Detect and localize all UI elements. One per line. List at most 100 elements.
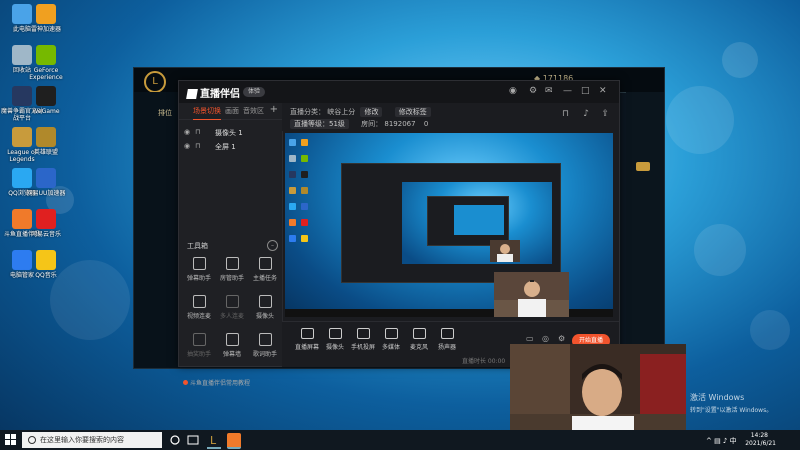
toolbar-button[interactable]: 麦克风 bbox=[404, 328, 434, 351]
desktop-icon[interactable]: QQ音乐 bbox=[24, 250, 68, 279]
tool-icon bbox=[225, 257, 239, 270]
toolbox-item[interactable]: 多人连麦 bbox=[216, 293, 248, 323]
toolbar-button[interactable]: 直播屏幕 bbox=[292, 328, 322, 351]
stream-status: 直播时长 00:00 bbox=[462, 358, 506, 365]
lol-ranked-label[interactable]: 排位 bbox=[158, 108, 172, 118]
tool-icon bbox=[192, 295, 206, 308]
desktop-icon[interactable]: 雷神加速器 bbox=[24, 4, 68, 33]
settings-icon[interactable]: ⚙ bbox=[529, 86, 537, 96]
eye-icon[interactable]: ◉ bbox=[184, 142, 190, 150]
activate-windows-watermark: 激活 Windows 转到"设置"以激活 Windows。 bbox=[690, 393, 773, 414]
toolbox-item[interactable]: 房管助手 bbox=[216, 255, 248, 285]
task-view-icon[interactable] bbox=[186, 433, 200, 447]
streaming-app-window[interactable]: 直播伴侣 体验 ◉ ⚙ ✉ — □ ✕ 场景切换 画面 音效区 + ◉ ⊓ 摄像… bbox=[178, 80, 620, 387]
level-line: 直播等级：51级 房间： 8192067 0 bbox=[290, 119, 428, 129]
toolbar-button[interactable]: 多媒体 bbox=[376, 328, 406, 351]
nested-preview-window bbox=[341, 163, 561, 283]
version-badge[interactable]: 体验 bbox=[243, 87, 265, 97]
toolbox-item[interactable]: 弹幕墙 bbox=[216, 331, 248, 361]
settings-icon[interactable]: ⚙ bbox=[558, 334, 565, 343]
preview-icon bbox=[289, 155, 296, 162]
edit-tags-button[interactable]: 修改标签 bbox=[394, 107, 431, 117]
avatar-icon[interactable]: ◉ bbox=[509, 86, 517, 96]
maximize-icon[interactable]: □ bbox=[581, 86, 590, 96]
system-tray[interactable]: ^ ▤ ♪ 中 14:28 2021/6/21 bbox=[706, 432, 796, 448]
tray-icons[interactable]: ^ ▤ ♪ 中 bbox=[706, 436, 737, 446]
preview-icon bbox=[301, 235, 308, 242]
toolbar-button-icon bbox=[356, 328, 370, 339]
edit-category-button[interactable]: 修改 bbox=[360, 107, 383, 117]
webcam-preview-small bbox=[494, 272, 569, 317]
preview-icon bbox=[289, 219, 296, 226]
toolbox-item[interactable]: 抽奖助手 bbox=[183, 331, 215, 361]
app-icon bbox=[36, 168, 56, 188]
add-source-icon[interactable]: + bbox=[270, 104, 278, 115]
toolbar-button-icon bbox=[412, 328, 426, 339]
room-number: 8192067 bbox=[384, 120, 416, 128]
tool-icon bbox=[258, 295, 272, 308]
lock-icon[interactable]: ⊓ bbox=[195, 142, 200, 150]
app-logo-icon bbox=[186, 89, 198, 99]
desktop-icon[interactable]: 网易UU加速器 bbox=[24, 168, 68, 197]
toolbox-item[interactable]: 主播任务 bbox=[249, 255, 281, 285]
app-icon bbox=[36, 86, 56, 106]
toolbox-header: 工具箱 bbox=[187, 242, 208, 250]
preview-icon bbox=[301, 203, 308, 210]
app-icon bbox=[36, 4, 56, 24]
preview-icon bbox=[289, 235, 296, 242]
nested-preview-canvas-2 bbox=[454, 205, 504, 235]
preview-icon bbox=[289, 171, 296, 178]
tool-icon bbox=[192, 257, 206, 270]
desktop: 此电脑 雷神加速器 回收站 GeForce Experience 魔兽争霸官方对战平台 W… bbox=[0, 0, 800, 450]
toolbar-button[interactable]: 扬声器 bbox=[432, 328, 462, 351]
online-count: 0 bbox=[423, 120, 429, 128]
cortana-icon[interactable] bbox=[168, 433, 182, 447]
close-icon[interactable]: ✕ bbox=[599, 86, 607, 96]
bell-icon[interactable]: ♪ bbox=[583, 109, 589, 119]
share-icon[interactable]: ⇪ bbox=[601, 109, 609, 119]
toolbox-toggle-icon[interactable]: – bbox=[267, 240, 278, 251]
tab-audio[interactable]: 音效区 bbox=[243, 106, 264, 116]
app-icon bbox=[36, 250, 56, 270]
record-icon[interactable]: ◎ bbox=[542, 334, 549, 343]
eye-icon[interactable]: ◉ bbox=[184, 128, 190, 136]
toolbox-item[interactable]: 弹幕助手 bbox=[183, 255, 215, 285]
source-item[interactable]: ◉ ⊓ 全屏 1 bbox=[179, 141, 282, 153]
app-icon bbox=[36, 45, 56, 65]
app-icon bbox=[36, 209, 56, 229]
lock-icon[interactable]: ⊓ bbox=[195, 128, 200, 136]
toolbox-item[interactable]: 摄像头 bbox=[249, 293, 281, 323]
lol-social-badge bbox=[636, 162, 650, 171]
taskbar: 在这里输入你要搜索的内容 L ^ ▤ ♪ 中 14:28 2021/6/21 bbox=[0, 430, 800, 450]
desktop-icon[interactable]: GeForce Experience bbox=[24, 45, 68, 81]
desktop-icon[interactable]: 网易云音乐 bbox=[24, 209, 68, 238]
desktop-icon[interactable]: 英雄联盟 bbox=[24, 127, 68, 156]
tool-icon bbox=[258, 257, 272, 270]
toolbar-button[interactable]: 手机投屏 bbox=[348, 328, 378, 351]
toolbar-button-icon bbox=[384, 328, 398, 339]
source-item[interactable]: ◉ ⊓ 摄像头 1 bbox=[179, 127, 282, 139]
taskbar-search[interactable]: 在这里输入你要搜索的内容 bbox=[22, 432, 162, 448]
category-value: 峡谷上分 bbox=[327, 108, 356, 116]
lol-taskbar-icon[interactable]: L bbox=[207, 433, 221, 449]
message-icon[interactable]: ✉ bbox=[545, 86, 553, 96]
minimize-icon[interactable]: — bbox=[563, 86, 572, 96]
toolbar-button-icon bbox=[440, 328, 454, 339]
notice-dot-icon bbox=[183, 380, 188, 385]
nested-preview-window-2 bbox=[427, 196, 509, 246]
tab-scenes[interactable]: 场景切换 bbox=[193, 106, 221, 120]
lol-left-panel: 排位 bbox=[134, 92, 180, 368]
lock-room-icon[interactable]: ⊓ bbox=[562, 109, 569, 119]
desktop-icon[interactable]: WeGame bbox=[24, 86, 68, 115]
toolbox-item[interactable]: 视频连麦 bbox=[183, 293, 215, 323]
tab-canvas[interactable]: 画面 bbox=[225, 106, 239, 116]
preview-icon bbox=[289, 139, 296, 146]
lol-logo-icon[interactable]: L bbox=[144, 71, 166, 93]
camera-toggle-icon[interactable]: ▭ bbox=[526, 334, 534, 343]
app-title-bar: 直播伴侣 体验 ◉ ⚙ ✉ — □ ✕ bbox=[179, 81, 619, 104]
toolbox-item[interactable]: 歌词助手 bbox=[249, 331, 281, 361]
streaming-taskbar-icon[interactable] bbox=[227, 433, 241, 449]
category-line: 直播分类： 峡谷上分 修改 修改标签 bbox=[290, 107, 431, 117]
tutorial-notice[interactable]: 斗鱼直播伴侣常用教程 bbox=[183, 378, 250, 387]
toolbar-button[interactable]: 摄像头 bbox=[320, 328, 350, 351]
